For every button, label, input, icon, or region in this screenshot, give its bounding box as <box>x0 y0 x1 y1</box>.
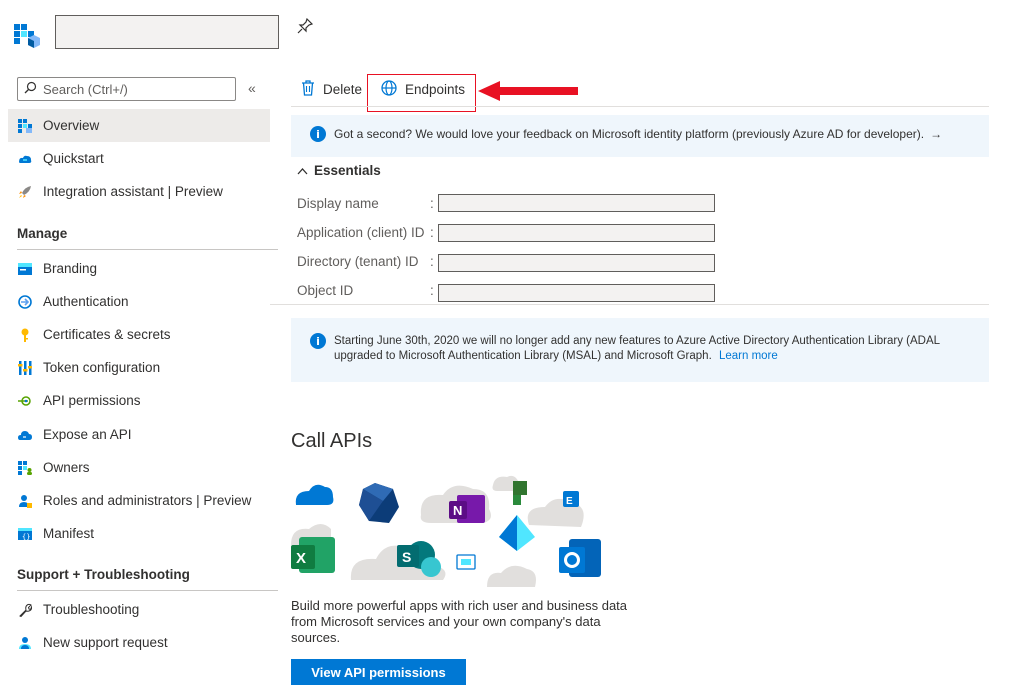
chevron-up-icon <box>297 163 308 178</box>
sidebar-item-label: API permissions <box>43 393 141 408</box>
roles-icon <box>18 494 32 508</box>
authentication-icon <box>18 294 32 309</box>
sidebar-item-label: Roles and administrators | Preview <box>43 493 252 508</box>
colon-separator: : <box>430 225 434 240</box>
support-person-icon <box>18 636 32 650</box>
red-arrow-annotation <box>478 80 580 107</box>
sidebar-item-api-permissions[interactable]: API permissions <box>8 384 270 417</box>
branding-icon <box>18 262 32 276</box>
arrow-right-icon[interactable]: → <box>930 127 942 141</box>
sidebar-item-certificates[interactable]: Certificates & secrets <box>8 318 270 351</box>
sidebar-item-new-support-request[interactable]: New support request <box>8 626 270 659</box>
section-divider <box>17 590 278 591</box>
sidebar-item-label: Token configuration <box>43 360 161 375</box>
feedback-text[interactable]: Got a second? We would love your feedbac… <box>334 127 924 141</box>
adal-text-line2: upgraded to Microsoft Authentication Lib… <box>334 350 712 362</box>
svg-text:N: N <box>453 503 462 518</box>
sidebar-item-label: Certificates & secrets <box>43 327 171 342</box>
svg-text:X: X <box>296 550 306 567</box>
sidebar-item-label: Overview <box>43 118 100 133</box>
api-permissions-icon <box>18 394 32 408</box>
sidebar-item-expose-api[interactable]: Expose an API <box>8 418 270 451</box>
sidebar-item-label: Authentication <box>43 294 129 309</box>
rocket-icon <box>18 185 32 199</box>
wrench-icon <box>18 603 32 617</box>
sidebar-item-owners[interactable]: Owners <box>8 451 270 484</box>
learn-more-link[interactable]: Learn more <box>719 350 778 362</box>
sidebar-item-overview[interactable]: Overview <box>8 109 270 142</box>
overview-icon <box>18 118 32 133</box>
search-icon <box>24 81 37 97</box>
sidebar-item-label: Expose an API <box>43 427 132 442</box>
essentials-title: Essentials <box>314 163 381 178</box>
app-registration-icon <box>14 24 40 48</box>
support-section-header: Support + Troubleshooting <box>17 567 190 582</box>
sidebar-item-label: Troubleshooting <box>43 602 140 617</box>
collapse-sidebar-icon[interactable]: « <box>248 80 256 96</box>
info-icon: i <box>310 333 326 349</box>
colon-separator: : <box>430 254 434 269</box>
object-id-value <box>438 284 715 302</box>
microsoft-services-illustration: N E X S <box>291 475 611 592</box>
essentials-divider <box>270 304 989 305</box>
trash-icon <box>301 79 315 99</box>
tenant-id-value <box>438 254 715 272</box>
sidebar-item-integration-assistant[interactable]: Integration assistant | Preview <box>8 175 270 208</box>
delete-button[interactable]: Delete <box>301 79 362 99</box>
object-id-label: Object ID <box>297 283 354 298</box>
sidebar-item-label: Integration assistant | Preview <box>43 184 223 199</box>
adal-text-line1: Starting June 30th, 2020 we will no long… <box>334 335 941 347</box>
display-name-label: Display name <box>297 196 379 211</box>
app-name-field <box>55 15 279 49</box>
call-apis-title: Call APIs <box>291 430 373 452</box>
sidebar-item-label: Branding <box>43 261 98 276</box>
svg-text:{}: {} <box>22 533 30 540</box>
feedback-banner: i Got a second? We would love your feedb… <box>291 115 989 157</box>
essentials-toggle[interactable]: Essentials <box>297 163 381 178</box>
adal-banner: i Starting June 30th, 2020 we will no lo… <box>291 318 989 382</box>
svg-text:E: E <box>566 496 573 507</box>
sidebar-item-manifest[interactable]: {} Manifest <box>8 517 270 550</box>
tenant-id-label: Directory (tenant) ID <box>297 254 419 269</box>
sidebar-item-label: Quickstart <box>43 151 104 166</box>
sidebar-item-authentication[interactable]: Authentication <box>8 285 270 318</box>
cloud-icon <box>18 428 32 442</box>
colon-separator: : <box>430 196 434 211</box>
search-placeholder: Search (Ctrl+/) <box>43 81 128 97</box>
call-apis-description: Build more powerful apps with rich user … <box>291 598 628 645</box>
sidebar-item-troubleshooting[interactable]: Troubleshooting <box>8 593 270 626</box>
pin-icon[interactable] <box>297 17 314 39</box>
key-icon <box>18 328 32 342</box>
client-id-label: Application (client) ID <box>297 225 425 240</box>
manage-section-header: Manage <box>17 226 68 241</box>
svg-text:S: S <box>402 549 411 565</box>
view-api-permissions-button[interactable]: View API permissions <box>291 659 466 685</box>
manifest-icon: {} <box>18 527 32 541</box>
sidebar-item-branding[interactable]: Branding <box>8 252 270 285</box>
section-divider <box>17 249 278 250</box>
sidebar-item-label: Manifest <box>43 526 95 541</box>
quickstart-icon <box>18 152 32 166</box>
colon-separator: : <box>430 283 434 298</box>
toolbar-divider <box>291 106 989 107</box>
sidebar-item-roles[interactable]: Roles and administrators | Preview <box>8 484 270 517</box>
token-icon <box>18 360 32 375</box>
info-icon: i <box>310 126 326 142</box>
sidebar-item-label: Owners <box>43 460 90 475</box>
display-name-value <box>438 194 715 212</box>
sidebar-search-input[interactable]: Search (Ctrl+/) <box>17 77 236 101</box>
sidebar-item-quickstart[interactable]: Quickstart <box>8 142 270 175</box>
sidebar-item-label: New support request <box>43 635 168 650</box>
sidebar-item-token-configuration[interactable]: Token configuration <box>8 351 270 384</box>
client-id-value <box>438 224 715 242</box>
delete-label: Delete <box>323 81 363 97</box>
owners-icon <box>18 460 32 475</box>
